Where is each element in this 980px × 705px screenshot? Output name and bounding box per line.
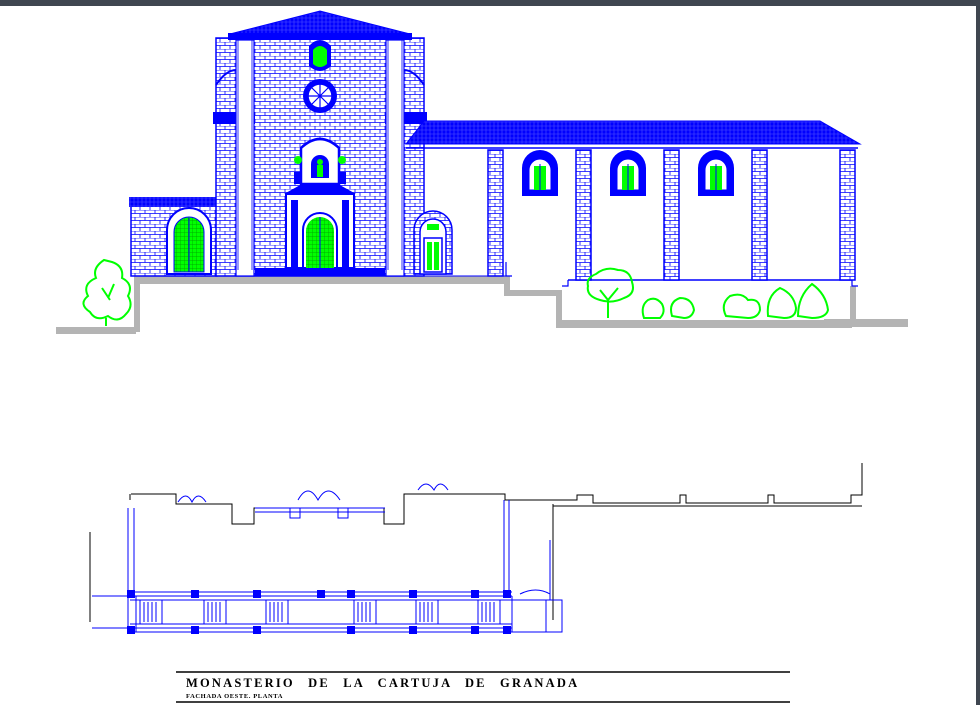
plan-walls [92,500,563,633]
side-doorway [413,210,453,275]
nave-window [522,150,558,196]
plan-columns [127,590,511,634]
medallion-icon [309,40,331,71]
drawing-subtitle: FACHADA OESTE. PLANTA [186,693,284,700]
nave-window [610,150,646,196]
nave-window [698,150,734,196]
plan-outline [89,463,863,622]
ground-line [56,276,908,334]
rose-window-icon [303,79,337,113]
west-facade-elevation [56,10,908,334]
nave-wall [404,120,862,287]
cad-drawing [56,10,908,703]
tree-icon [82,258,132,326]
shrub-icon [722,293,762,320]
statue-niche-icon [317,159,323,177]
shrub-icon [766,286,798,320]
shrub-icon [796,282,830,320]
main-portal [284,137,356,269]
plan-porch-elements [177,483,449,519]
tree-icon [586,267,634,318]
title-block: MONASTERIO DE LA CARTUJA DE GRANADA FACH… [170,668,790,704]
shrub-icon [641,297,665,319]
shrub-icon [670,296,696,320]
floor-plan [89,463,863,634]
church-tower [213,10,427,277]
left-annex [129,197,219,277]
drawing-title: MONASTERIO DE LA CARTUJA DE GRANADA [186,676,580,690]
